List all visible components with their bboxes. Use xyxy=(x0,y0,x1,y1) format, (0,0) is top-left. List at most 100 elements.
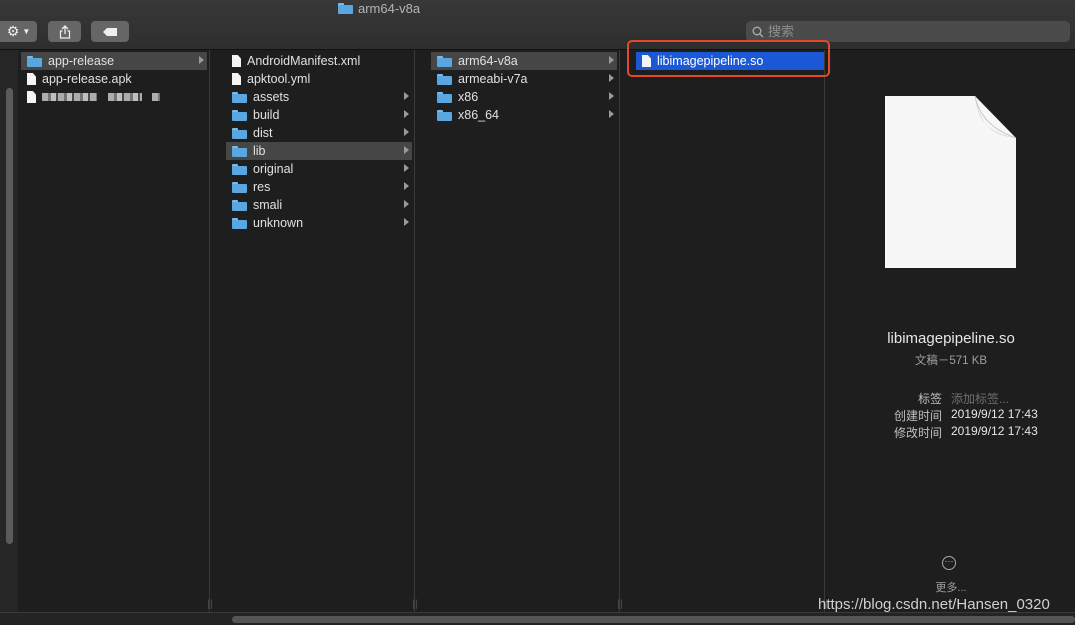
folder-icon xyxy=(232,127,247,139)
list-item[interactable]: AndroidManifest.xml xyxy=(226,52,412,70)
folder-icon xyxy=(232,109,247,121)
disclosure-arrow-icon xyxy=(199,56,204,64)
folder-icon xyxy=(27,55,42,67)
preview-kind-size: 文稿－571 KB xyxy=(914,355,988,367)
folder-icon xyxy=(437,91,452,103)
add-tags-field[interactable]: 添加标签... xyxy=(951,390,1009,407)
disclosure-arrow-icon xyxy=(404,146,409,154)
window-title: arm64-v8a xyxy=(338,0,420,16)
toolbar: arm64-v8a ⚙ ▼ xyxy=(0,0,1075,50)
chevron-down-icon: ▼ xyxy=(22,27,31,36)
list-item[interactable]: res xyxy=(226,178,412,196)
item-label: x86_64 xyxy=(458,108,500,122)
meta-label: 创建时间 xyxy=(893,409,942,423)
disclosure-arrow-icon xyxy=(404,200,409,208)
item-label: x86 xyxy=(458,90,479,104)
disclosure-arrow-icon xyxy=(404,128,409,136)
column-3: arm64-v8a armeabi-v7a x86 x86_64 || xyxy=(428,50,623,612)
item-label: arm64-v8a xyxy=(458,54,518,68)
list-item[interactable]: app-release xyxy=(21,52,207,70)
folder-icon xyxy=(232,145,247,157)
list-item[interactable]: build xyxy=(226,106,412,124)
folder-icon xyxy=(232,181,247,193)
disclosure-arrow-icon xyxy=(609,110,614,118)
search-icon xyxy=(752,26,764,38)
more-button[interactable]: 更多... xyxy=(838,579,1064,595)
folder-icon xyxy=(232,163,247,175)
list-item[interactable]: armeabi-v7a xyxy=(431,70,617,88)
disclosure-arrow-icon xyxy=(404,164,409,172)
meta-label: 标签 xyxy=(917,392,942,406)
meta-value: 2019/9/12 17:43 xyxy=(951,424,1038,438)
column-resize-handle[interactable]: || xyxy=(204,599,216,610)
column-resize-handle[interactable]: || xyxy=(409,599,421,610)
column-resize-handle[interactable]: || xyxy=(614,599,626,610)
item-label: apktool.yml xyxy=(247,72,311,86)
file-icon xyxy=(27,91,36,103)
window-title-text: arm64-v8a xyxy=(358,0,421,16)
list-item[interactable]: dist xyxy=(226,124,412,142)
list-item[interactable]: x86 xyxy=(431,88,617,106)
column-1: app-release app-release.apk || xyxy=(18,50,213,612)
disclosure-arrow-icon xyxy=(609,92,614,100)
item-label: unknown xyxy=(253,216,304,230)
share-button[interactable] xyxy=(48,21,81,42)
annotation-highlight-box xyxy=(627,40,830,77)
folder-icon xyxy=(232,217,247,229)
list-item[interactable]: assets xyxy=(226,88,412,106)
horizontal-scrollbar[interactable] xyxy=(0,612,1075,625)
list-item[interactable]: x86_64 xyxy=(431,106,617,124)
scrollbar-thumb[interactable] xyxy=(232,616,1075,623)
file-icon xyxy=(232,73,241,85)
disclosure-arrow-icon xyxy=(609,56,614,64)
item-label: dist xyxy=(253,126,273,140)
folder-icon xyxy=(437,55,452,67)
item-label: app-release xyxy=(48,54,115,68)
column-4: libimagepipeline.so || xyxy=(633,50,828,612)
list-item[interactable]: original xyxy=(226,160,412,178)
meta-value: 2019/9/12 17:43 xyxy=(951,407,1038,421)
more-icon[interactable]: ··· xyxy=(942,556,956,570)
search-field[interactable] xyxy=(746,21,1070,42)
action-menu-button[interactable]: ⚙ ▼ xyxy=(0,21,37,42)
file-icon xyxy=(232,55,241,67)
meta-tags-row: 标签 添加标签... xyxy=(838,390,1064,407)
item-label: res xyxy=(253,180,271,194)
item-label: armeabi-v7a xyxy=(458,72,528,86)
folder-icon xyxy=(437,73,452,85)
list-item[interactable] xyxy=(21,88,207,106)
search-input[interactable] xyxy=(768,24,1058,39)
list-item[interactable]: apktool.yml xyxy=(226,70,412,88)
meta-modified-row: 修改时间 2019/9/12 17:43 xyxy=(838,424,1064,441)
document-icon xyxy=(885,96,1016,268)
preview-pane: libimagepipeline.so 文稿－571 KB 标签 添加标签...… xyxy=(838,50,1075,612)
list-item[interactable]: arm64-v8a xyxy=(431,52,617,70)
list-item[interactable]: smali xyxy=(226,196,412,214)
disclosure-arrow-icon xyxy=(609,74,614,82)
disclosure-arrow-icon xyxy=(404,218,409,226)
preview-filename: libimagepipeline.so xyxy=(887,330,1015,347)
disclosure-arrow-icon xyxy=(404,182,409,190)
folder-icon xyxy=(232,91,247,103)
meta-label: 修改时间 xyxy=(893,426,942,440)
column-2: AndroidManifest.xml apktool.yml assets b… xyxy=(223,50,418,612)
list-item[interactable]: unknown xyxy=(226,214,412,232)
folder-icon xyxy=(437,109,452,121)
gear-icon: ⚙ xyxy=(6,23,20,39)
item-label: build xyxy=(253,108,280,122)
folder-icon xyxy=(232,199,247,211)
sidebar-edge xyxy=(0,50,19,612)
item-label: original xyxy=(253,162,294,176)
list-item[interactable]: lib xyxy=(226,142,412,160)
tag-icon xyxy=(103,27,117,36)
tags-button[interactable] xyxy=(91,21,129,42)
file-icon xyxy=(27,73,36,85)
share-icon xyxy=(59,24,70,39)
list-item[interactable]: app-release.apk xyxy=(21,70,207,88)
vertical-scrollbar[interactable] xyxy=(6,88,13,544)
disclosure-arrow-icon xyxy=(404,92,409,100)
item-label: lib xyxy=(253,144,266,158)
meta-created-row: 创建时间 2019/9/12 17:43 xyxy=(838,407,1064,424)
item-label: smali xyxy=(253,198,283,212)
item-label: AndroidManifest.xml xyxy=(247,54,361,68)
